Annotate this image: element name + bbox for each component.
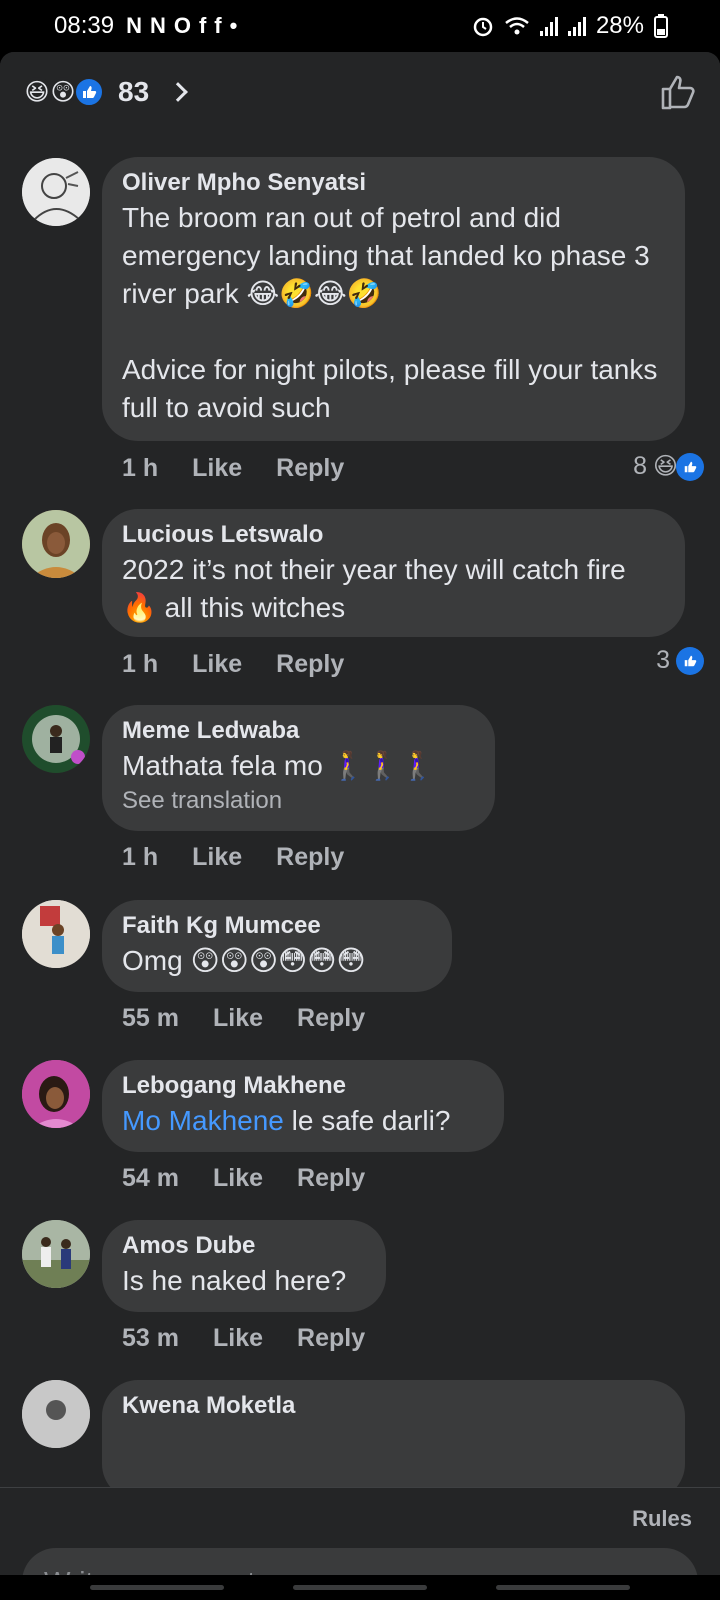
comment-actions: 54 m Like Reply (122, 1164, 365, 1193)
notification-icon: f (214, 13, 222, 38)
comment-text: Omg 😲😲😲😳😳😳 (122, 945, 366, 976)
reply-action[interactable]: Reply (297, 1324, 365, 1353)
reaction-count: 3 (656, 646, 670, 674)
like-action[interactable]: Like (213, 1324, 263, 1353)
like-button-icon[interactable] (658, 72, 698, 112)
avatar[interactable] (22, 705, 90, 773)
notification-icon: N (149, 13, 166, 38)
comment-bubble[interactable]: Amos Dube Is he naked here? (102, 1220, 386, 1312)
comment-actions: 1 h Like Reply (122, 650, 344, 679)
avatar[interactable] (22, 900, 90, 968)
comment-time[interactable]: 53 m (122, 1324, 179, 1353)
haha-reaction-icon: 😆 (652, 453, 678, 480)
comment-list: Oliver Mpho Senyatsi The broom ran out o… (0, 132, 720, 1487)
status-bar: 08:39 N N O f f • 28% (0, 0, 720, 52)
comment-text-rest: le safe darli? (283, 1105, 451, 1136)
comment-bubble[interactable]: Kwena Moketla (102, 1380, 685, 1487)
like-action[interactable]: Like (192, 843, 242, 872)
avatar[interactable] (22, 158, 90, 226)
comment-author[interactable]: Meme Ledwaba (122, 717, 475, 745)
nav-back-button[interactable] (496, 1585, 630, 1590)
mention-link[interactable]: Mo Makhene (122, 1105, 284, 1136)
comment-reactions[interactable]: 3 (656, 646, 704, 675)
like-action[interactable]: Like (192, 454, 242, 483)
nav-home-button[interactable] (293, 1585, 427, 1590)
reply-action[interactable]: Reply (276, 650, 344, 679)
system-nav-bar (0, 1575, 720, 1600)
comments-sheet: 😆 😲 83 Oliver Mpho Senyatsi The broom ra… (0, 52, 720, 1600)
comment-text: 2022 it’s not their year they will catch… (122, 554, 634, 623)
comment-text: The broom ran out of petrol and did emer… (122, 202, 658, 423)
comment-author[interactable]: Lebogang Makhene (122, 1072, 484, 1100)
comment-bubble[interactable]: Faith Kg Mumcee Omg 😲😲😲😳😳😳 (102, 900, 452, 992)
notification-icon: • (229, 13, 238, 38)
like-reaction-icon (676, 646, 704, 675)
signal-icon (567, 16, 586, 36)
comment-time[interactable]: 1 h (122, 843, 158, 872)
comment-reactions[interactable]: 8 😆 (633, 452, 704, 481)
comment-actions: 1 h Like Reply (122, 454, 344, 483)
see-translation-link[interactable]: See translation (122, 785, 475, 817)
reply-action[interactable]: Reply (276, 454, 344, 483)
alarm-icon (473, 17, 493, 37)
notification-icon: O (173, 13, 191, 38)
like-action[interactable]: Like (213, 1164, 263, 1193)
comment-author[interactable]: Amos Dube (122, 1232, 366, 1260)
reply-action[interactable]: Reply (297, 1004, 365, 1033)
like-action[interactable]: Like (213, 1004, 263, 1033)
avatar[interactable] (22, 510, 90, 578)
rules-link[interactable]: Rules (632, 1506, 692, 1532)
comment-actions: 1 h Like Reply (122, 843, 344, 872)
comment-actions: 55 m Like Reply (122, 1004, 365, 1033)
comment-bubble[interactable]: Lucious Letswalo 2022 it’s not their yea… (102, 509, 685, 637)
avatar[interactable] (22, 1380, 90, 1448)
comment-text: Is he naked here? (122, 1265, 347, 1296)
like-reaction-icon (676, 452, 704, 481)
comment-time[interactable]: 54 m (122, 1164, 179, 1193)
status-indicators: 28% (472, 12, 668, 40)
comment-text: Mo Makhene le safe darli? (122, 1102, 484, 1140)
signal-icon (539, 16, 558, 36)
comment-author[interactable]: Oliver Mpho Senyatsi (122, 169, 665, 197)
comment-bubble[interactable]: Meme Ledwaba Mathata fela mo 🚶‍♀️🚶‍♀️🚶‍♀… (102, 705, 495, 831)
battery-percent: 28% (595, 12, 644, 39)
notification-icon: f (198, 13, 207, 38)
comment-time[interactable]: 1 h (122, 454, 158, 483)
wifi-icon (505, 17, 529, 35)
comment-author[interactable]: Kwena Moketla (122, 1392, 665, 1420)
reaction-count: 83 (118, 76, 150, 107)
like-reaction-icon (74, 77, 104, 107)
like-action[interactable]: Like (192, 650, 242, 679)
comment-time[interactable]: 1 h (122, 650, 158, 679)
reactions-header[interactable]: 😆 😲 83 (0, 52, 720, 132)
notification-icons: N N O f f • (126, 13, 237, 39)
avatar[interactable] (22, 1060, 90, 1128)
comment-bubble[interactable]: Lebogang Makhene Mo Makhene le safe darl… (102, 1060, 504, 1152)
comment-author[interactable]: Lucious Letswalo (122, 521, 665, 549)
status-time: 08:39 (54, 12, 115, 39)
comment-text: Mathata fela mo 🚶‍♀️🚶‍♀️🚶‍♀️ (122, 750, 436, 781)
comment-time[interactable]: 55 m (122, 1004, 179, 1033)
reaction-count: 8 (633, 452, 647, 480)
battery-charging-icon (654, 14, 668, 38)
nav-recents-button[interactable] (90, 1585, 224, 1590)
reply-action[interactable]: Reply (297, 1164, 365, 1193)
comment-actions: 53 m Like Reply (122, 1324, 365, 1353)
notification-icon: N (126, 13, 142, 38)
comment-author[interactable]: Faith Kg Mumcee (122, 912, 432, 940)
chevron-right-icon[interactable] (168, 82, 189, 102)
reply-action[interactable]: Reply (276, 843, 344, 872)
avatar[interactable] (22, 1220, 90, 1288)
comment-bubble[interactable]: Oliver Mpho Senyatsi The broom ran out o… (102, 157, 685, 441)
reaction-icons: 😆 😲 (22, 77, 104, 107)
